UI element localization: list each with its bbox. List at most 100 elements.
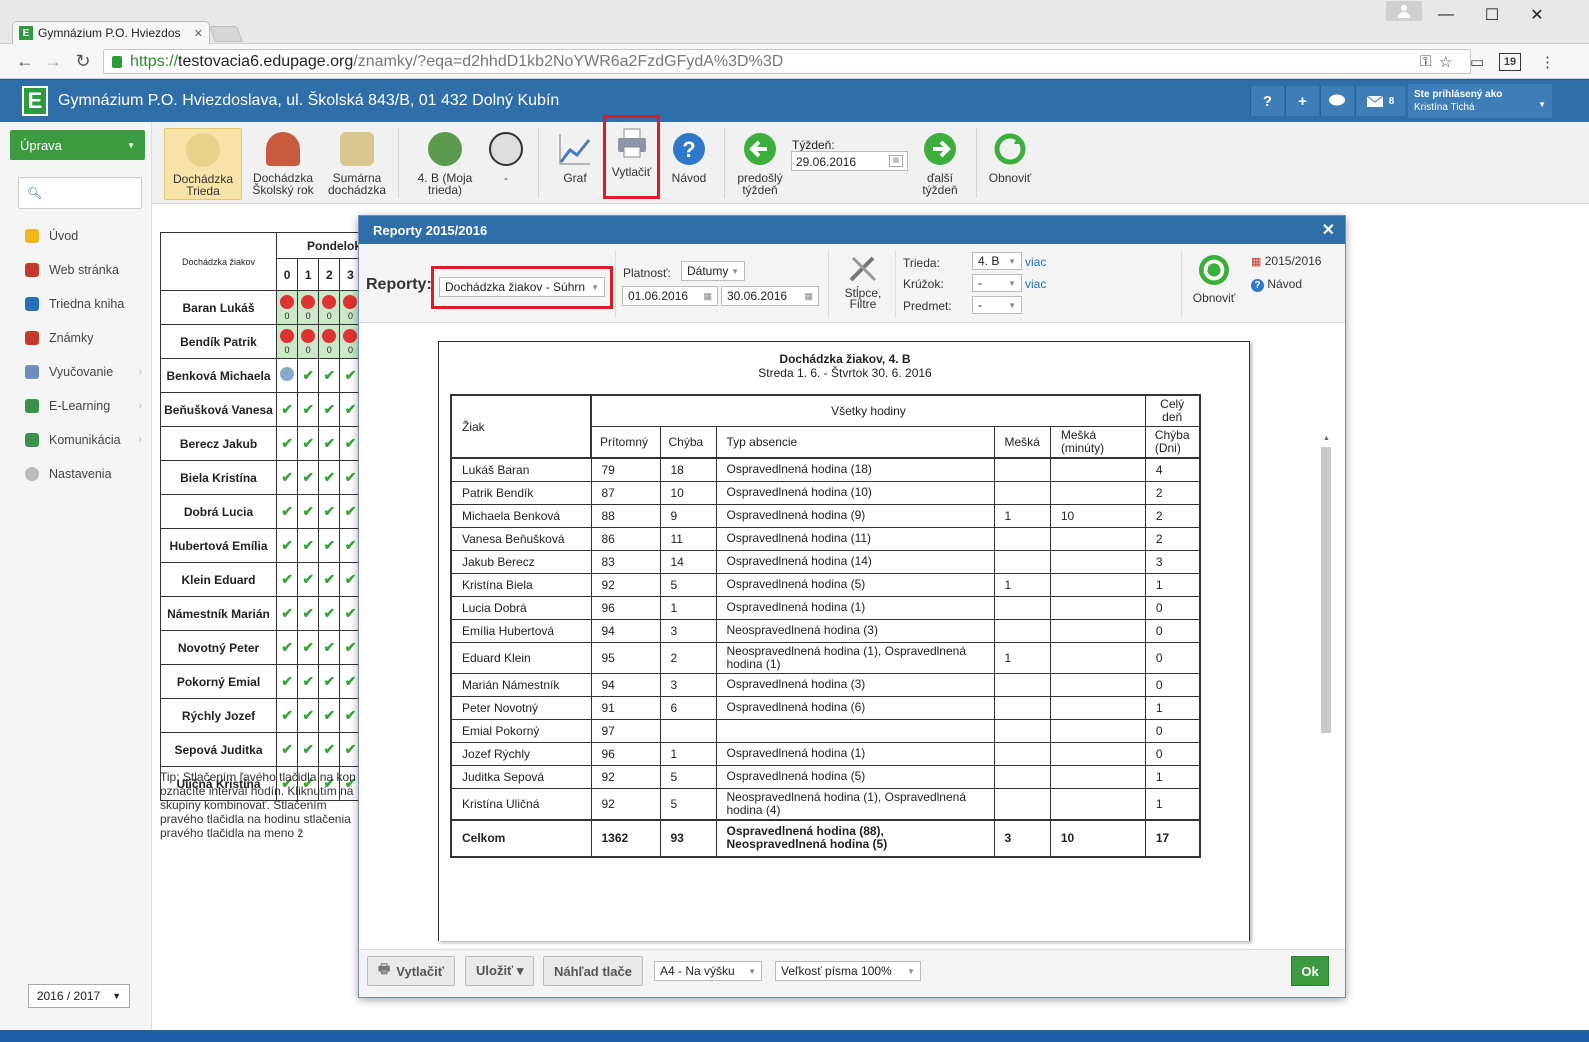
- present-cell[interactable]: ✔: [297, 596, 320, 631]
- attendance-class-button[interactable]: Dochádzka Trieda: [164, 128, 242, 200]
- present-cell[interactable]: ✔: [297, 358, 320, 393]
- new-tab-button[interactable]: [209, 26, 243, 42]
- browser-tab[interactable]: E Gymnázium P.O. Hviezdos ✕: [12, 21, 210, 44]
- back-arrow-icon[interactable]: ←: [14, 51, 36, 72]
- present-cell[interactable]: ✔: [318, 698, 341, 733]
- class-more-link[interactable]: viac: [1025, 255, 1046, 269]
- profile-icon[interactable]: [1386, 1, 1422, 21]
- scrollbar-thumb[interactable]: [1321, 447, 1331, 733]
- absence-cell[interactable]: 0: [275, 324, 299, 359]
- present-cell[interactable]: ✔: [275, 494, 299, 529]
- absence-cell[interactable]: 0: [318, 324, 341, 359]
- circle-more-link[interactable]: viac: [1025, 277, 1046, 291]
- scroll-up-icon[interactable]: ▲: [1323, 435, 1330, 442]
- subject-select[interactable]: - ▼: [972, 296, 1022, 314]
- present-cell[interactable]: ✔: [275, 460, 299, 495]
- edit-dropdown-button[interactable]: Úprava ▼: [10, 130, 145, 160]
- close-window-icon[interactable]: ✕: [1517, 4, 1557, 26]
- calendar-icon[interactable]: ▦: [703, 291, 712, 302]
- menu-dots-icon[interactable]: ⋮: [1540, 53, 1555, 71]
- sidebar-item-grades[interactable]: Známky: [0, 321, 152, 355]
- present-cell[interactable]: ✔: [275, 528, 299, 563]
- student-name[interactable]: Berecz Jakub: [160, 426, 277, 461]
- present-cell[interactable]: ✔: [318, 630, 341, 665]
- circle-select-button[interactable]: -: [486, 128, 526, 200]
- present-cell[interactable]: ✔: [297, 426, 320, 461]
- student-name[interactable]: Bendík Patrik: [160, 324, 277, 359]
- school-year-select[interactable]: 2016 / 2017 ▼: [28, 984, 130, 1008]
- sidebar-item-web[interactable]: Web stránka: [0, 253, 152, 287]
- student-name[interactable]: Pokorný Emial: [160, 664, 277, 699]
- sidebar-item-communication[interactable]: Komunikácia ›: [0, 423, 152, 457]
- sidebar-item-settings[interactable]: Nastavenia: [0, 457, 152, 491]
- student-name[interactable]: Baran Lukáš: [160, 290, 277, 325]
- messages-button[interactable]: 8: [1355, 86, 1405, 116]
- summary-attendance-button[interactable]: Sumárna dochádzka: [324, 128, 390, 200]
- present-cell[interactable]: ✔: [275, 596, 299, 631]
- report-refresh-button[interactable]: Obnoviť: [1189, 254, 1239, 326]
- edupage-logo[interactable]: E: [22, 86, 48, 116]
- print-button[interactable]: Vytlačiť: [603, 115, 660, 199]
- student-name[interactable]: Rýchly Jozef: [160, 698, 277, 733]
- star-icon[interactable]: ☆: [1439, 53, 1452, 71]
- present-cell[interactable]: ✔: [297, 562, 320, 597]
- present-cell[interactable]: ✔: [297, 392, 320, 427]
- validity-select[interactable]: Dátumy ▼: [681, 261, 745, 281]
- present-cell[interactable]: ✔: [297, 664, 320, 699]
- search-input[interactable]: 🔍︎: [18, 177, 142, 209]
- add-button[interactable]: +: [1285, 86, 1319, 116]
- present-cell[interactable]: ✔: [297, 528, 320, 563]
- calendar-extension-icon[interactable]: 19: [1499, 53, 1521, 71]
- present-cell[interactable]: ✔: [275, 698, 299, 733]
- week-date-input[interactable]: 29.06.2016 ▦: [791, 151, 908, 171]
- calendar-icon[interactable]: ▦: [889, 155, 903, 167]
- present-cell[interactable]: ✔: [275, 630, 299, 665]
- present-cell[interactable]: ✔: [275, 392, 299, 427]
- report-print-button[interactable]: 🖶︎ Vytlačiť: [367, 956, 455, 986]
- student-name[interactable]: Námestník Marián: [160, 596, 277, 631]
- present-cell[interactable]: ✔: [318, 664, 341, 699]
- student-name[interactable]: Benková Michaela: [160, 358, 277, 393]
- refresh-button[interactable]: Obnoviť: [982, 128, 1038, 200]
- save-button[interactable]: Uložiť ▾: [465, 956, 535, 986]
- date-to-input[interactable]: 30.06.2016 ▦: [721, 286, 819, 306]
- student-name[interactable]: Klein Eduard: [160, 562, 277, 597]
- reload-icon[interactable]: ↻: [72, 51, 94, 72]
- user-menu[interactable]: Ste prihlásený ako Kristína Tichá ▼: [1408, 84, 1552, 118]
- help-button[interactable]: ?: [1250, 86, 1284, 116]
- present-cell[interactable]: ✔: [275, 426, 299, 461]
- graph-button[interactable]: Graf: [550, 128, 600, 200]
- student-name[interactable]: Novotný Peter: [160, 630, 277, 665]
- present-cell[interactable]: ✔: [275, 664, 299, 699]
- absence-cell[interactable]: 0: [275, 290, 299, 325]
- sidebar-item-uvod[interactable]: Úvod: [0, 219, 152, 253]
- student-name[interactable]: Beňušková Vanesa: [160, 392, 277, 427]
- present-cell[interactable]: ✔: [318, 392, 341, 427]
- date-from-input[interactable]: 01.06.2016 ▦: [622, 286, 718, 306]
- report-help-link[interactable]: ? Návod: [1251, 277, 1302, 292]
- circle-select[interactable]: - ▼: [972, 274, 1022, 292]
- present-cell[interactable]: ✔: [318, 426, 341, 461]
- help-guide-button[interactable]: ? Návod: [664, 128, 714, 200]
- present-cell[interactable]: ✔: [297, 698, 320, 733]
- late-cell[interactable]: [275, 358, 299, 393]
- present-cell[interactable]: ✔: [318, 562, 341, 597]
- forward-arrow-icon[interactable]: →: [42, 51, 64, 72]
- key-icon[interactable]: ⚿: [1420, 53, 1431, 70]
- sidebar-item-teaching[interactable]: Vyučovanie ›: [0, 355, 152, 389]
- next-week-button[interactable]: ďalší týždeň: [912, 128, 968, 200]
- student-name[interactable]: Biela Kristína: [160, 460, 277, 495]
- present-cell[interactable]: ✔: [297, 494, 320, 529]
- attendance-year-button[interactable]: Dochádzka Školský rok: [246, 128, 320, 200]
- present-cell[interactable]: ✔: [297, 732, 320, 767]
- present-cell[interactable]: ✔: [318, 732, 341, 767]
- class-select-button[interactable]: 4. B (Moja trieda): [406, 128, 484, 200]
- font-size-select[interactable]: Veľkosť písma 100% ▼: [775, 961, 921, 981]
- present-cell[interactable]: ✔: [318, 528, 341, 563]
- report-type-select[interactable]: Dochádzka žiakov - Súhrn ▼: [439, 277, 605, 297]
- student-name[interactable]: Hubertová Emília: [160, 528, 277, 563]
- present-cell[interactable]: ✔: [275, 562, 299, 597]
- calendar-icon[interactable]: ▦: [804, 291, 813, 302]
- absence-cell[interactable]: 0: [297, 290, 320, 325]
- present-cell[interactable]: ✔: [275, 732, 299, 767]
